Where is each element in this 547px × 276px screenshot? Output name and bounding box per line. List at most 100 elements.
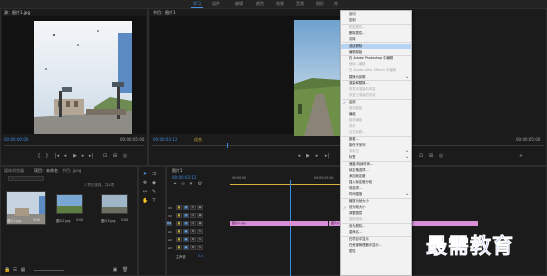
workspace-tab-graphics[interactable]: 图形 <box>316 1 324 7</box>
solo-icon[interactable]: S <box>197 229 203 234</box>
mute-icon[interactable]: M <box>190 229 196 234</box>
extract-icon[interactable]: ⊞ <box>428 154 434 159</box>
list-view-icon[interactable]: ☰ <box>12 268 18 273</box>
workspace-tab-libraries[interactable]: 库 <box>334 1 338 7</box>
toggle-lock-icon[interactable]: 🔒 <box>176 245 182 250</box>
selection-tool-icon[interactable]: ➤ <box>142 172 148 177</box>
play-button[interactable]: ▶ <box>72 154 78 159</box>
zoom-slider[interactable] <box>34 270 64 271</box>
program-playhead[interactable] <box>227 143 228 148</box>
toggle-target-icon[interactable]: V <box>183 213 189 218</box>
context-menu-item[interactable]: 在资源管理器中显示... <box>341 243 411 248</box>
context-menu-item[interactable]: 编组 <box>341 112 411 117</box>
work-area-bar[interactable] <box>230 184 340 185</box>
program-export-frame-icon[interactable]: ◎ <box>438 154 444 159</box>
mark-out-button[interactable]: } <box>44 154 50 159</box>
workspace-tab-effects[interactable]: 效果 <box>276 1 284 7</box>
source-timecode-current[interactable]: 00:00:00:00 <box>4 137 28 142</box>
timeline-clip[interactable]: 图片1.jpg <box>230 221 328 226</box>
context-menu-item[interactable]: 制作子序列 <box>341 143 411 148</box>
go-to-out-icon[interactable]: ▸| <box>88 154 94 159</box>
toggle-target-icon[interactable]: V <box>183 221 189 226</box>
toggle-lock-icon[interactable]: 🔒 <box>176 213 182 218</box>
context-menu-item[interactable]: 标签 ▸ <box>341 155 411 160</box>
context-menu-item[interactable]: 时间插值 ▸ <box>341 192 411 197</box>
context-menu-item[interactable]: 波纹删除 <box>341 43 411 49</box>
toggle-target-icon[interactable]: V <box>183 205 189 210</box>
type-tool-icon[interactable]: T <box>151 199 157 204</box>
source-scrubber[interactable] <box>4 145 144 146</box>
mute-icon[interactable]: M <box>190 245 196 250</box>
toggle-lock-icon[interactable]: 🔒 <box>176 229 182 234</box>
mark-in-button[interactable]: { <box>36 154 42 159</box>
program-timecode-current[interactable]: 00:00:03:12 <box>153 137 177 142</box>
context-menu-item[interactable]: 场选项... <box>341 186 411 191</box>
project-tab-project[interactable]: 项目：未命名 <box>34 168 58 174</box>
context-menu-item[interactable]: 添加帧定格 <box>341 174 411 179</box>
timeline-sequence-tab[interactable]: 图片1 <box>172 168 183 174</box>
context-menu-item[interactable]: 调整图层 <box>341 211 411 216</box>
context-menu-item[interactable]: 在 Adobe Photoshop 中编辑 <box>341 56 411 61</box>
linked-selection-icon[interactable]: ∞ <box>180 182 186 187</box>
context-menu-item[interactable]: 重命名... <box>341 230 411 235</box>
icon-view-icon[interactable]: ▦ <box>20 268 26 273</box>
lock-icon[interactable]: 🔒 <box>4 268 10 273</box>
context-menu-item[interactable]: 帧定格选项... <box>341 168 411 173</box>
context-menu-item[interactable]: 嵌套... <box>341 137 411 142</box>
workspace-tab-color[interactable]: 颜色 <box>256 1 264 7</box>
context-menu-item[interactable]: 复制 <box>341 18 411 23</box>
project-item[interactable] <box>56 194 83 214</box>
step-back-icon[interactable]: ◂ <box>62 154 68 159</box>
toggle-lock-icon[interactable]: 🔒 <box>176 221 182 226</box>
toggle-visibility-icon[interactable]: ◉ <box>197 205 203 210</box>
context-menu-item[interactable]: 在项目中显示 <box>341 237 411 242</box>
context-menu-item[interactable]: 清除 <box>341 37 411 42</box>
fit-dropdown[interactable]: 适合 <box>194 137 202 143</box>
ripple-edit-tool-icon[interactable]: ✥ <box>142 181 148 186</box>
project-item[interactable] <box>101 194 128 214</box>
toggle-sync-icon[interactable]: ⇋ <box>190 213 196 218</box>
add-button-icon[interactable]: + <box>518 154 524 159</box>
toggle-target-icon[interactable]: A <box>183 245 189 250</box>
project-tab-sequence[interactable]: 节目: jpeg <box>62 168 81 174</box>
pen-tool-icon[interactable]: ✎ <box>151 190 157 195</box>
toggle-target-icon[interactable]: A <box>183 237 189 242</box>
solo-icon[interactable]: S <box>197 237 203 242</box>
track-name-v1[interactable]: V1 <box>166 221 172 226</box>
context-menu-item[interactable]: 渲染和替换... <box>341 81 411 86</box>
workspace-tab-editing[interactable]: 编辑 <box>235 1 243 7</box>
go-to-in-icon[interactable]: |◂ <box>54 154 60 159</box>
toggle-visibility-icon[interactable]: ◉ <box>197 221 203 226</box>
context-menu-item[interactable]: 编辑原始 <box>341 50 411 55</box>
context-menu-item[interactable]: 缩放为帧大小 <box>341 199 411 204</box>
track-select-tool-icon[interactable]: ⇉ <box>151 172 157 177</box>
context-menu-item[interactable]: 剪切 <box>341 12 411 17</box>
export-frame-icon[interactable]: ◎ <box>122 154 128 159</box>
timeline-playhead[interactable] <box>290 180 291 276</box>
toggle-lock-icon[interactable]: 🔒 <box>176 205 182 210</box>
context-menu-item[interactable]: 设为脱机... <box>341 224 411 229</box>
timeline-clip-tail[interactable] <box>412 221 478 226</box>
new-item-icon[interactable]: ▣ <box>112 268 118 273</box>
toggle-sync-icon[interactable]: ⇋ <box>190 205 196 210</box>
hand-tool-icon[interactable]: ✋ <box>142 199 148 204</box>
program-go-to-out-icon[interactable]: ▸| <box>323 154 331 159</box>
context-menu-item[interactable]: 速度/持续时间... <box>341 162 411 167</box>
context-menu-item[interactable]: ✓ 启用 <box>341 100 411 105</box>
timeline-clip[interactable]: 图片2.jpg <box>329 221 340 226</box>
overwrite-icon[interactable]: ⊞ <box>112 154 118 159</box>
slip-tool-icon[interactable]: ↔ <box>142 190 148 195</box>
context-menu-item[interactable]: 属性 <box>341 249 411 254</box>
snap-icon[interactable]: ⌖ <box>172 182 178 187</box>
program-step-forward-icon[interactable]: ▸ <box>314 154 320 159</box>
add-marker-icon[interactable]: ▾ <box>188 182 194 187</box>
lift-icon[interactable]: ⊡ <box>418 154 424 159</box>
toggle-lock-icon[interactable]: 🔒 <box>176 237 182 242</box>
context-menu-item[interactable]: 插入帧定格分段 <box>341 180 411 185</box>
master-volume-value[interactable]: 0.0 <box>198 254 203 258</box>
project-tab-media-browser[interactable]: 媒体浏览器 <box>4 168 24 174</box>
program-step-back-icon[interactable]: ◂ <box>296 154 302 159</box>
toggle-visibility-icon[interactable]: ◉ <box>197 213 203 218</box>
mute-icon[interactable]: M <box>190 237 196 242</box>
workspace-tab-audio[interactable]: 音频 <box>296 1 304 7</box>
